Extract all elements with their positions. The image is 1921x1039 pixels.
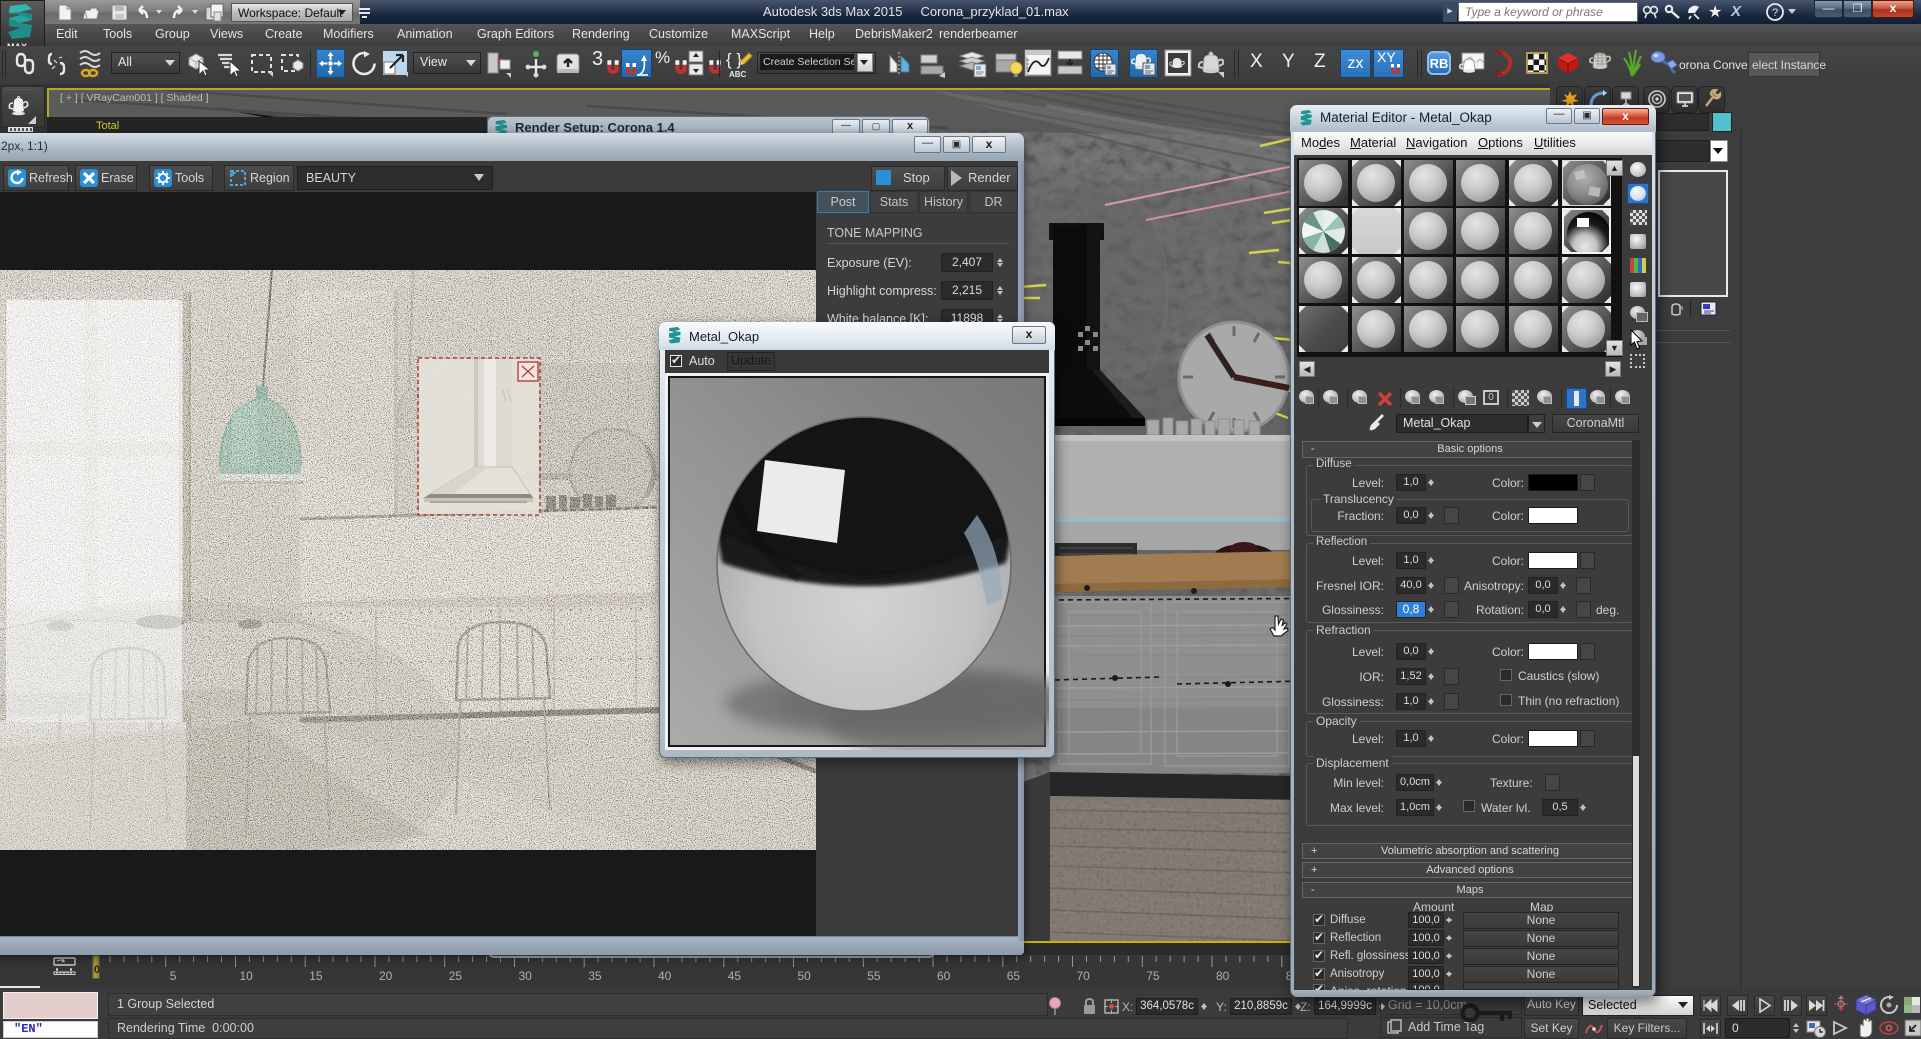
- svg-text:45: 45: [728, 969, 742, 983]
- svg-text:20: 20: [379, 969, 393, 983]
- svg-text:15: 15: [309, 969, 323, 983]
- svg-text:40: 40: [658, 969, 672, 983]
- svg-text:70: 70: [1077, 969, 1091, 983]
- svg-text:5: 5: [170, 969, 177, 983]
- svg-text:50: 50: [798, 969, 812, 983]
- svg-text:{ }: { }: [726, 50, 742, 69]
- svg-text:30: 30: [519, 969, 533, 983]
- svg-text:ABC: ABC: [729, 70, 747, 79]
- svg-text:25: 25: [449, 969, 463, 983]
- svg-text:10: 10: [240, 969, 254, 983]
- svg-text:75: 75: [1146, 969, 1160, 983]
- svg-text:60: 60: [937, 969, 951, 983]
- svg-text:55: 55: [867, 969, 881, 983]
- svg-text:80: 80: [1216, 969, 1230, 983]
- svg-text:?: ?: [1772, 7, 1778, 19]
- svg-text:65: 65: [1007, 969, 1021, 983]
- svg-text:35: 35: [588, 969, 602, 983]
